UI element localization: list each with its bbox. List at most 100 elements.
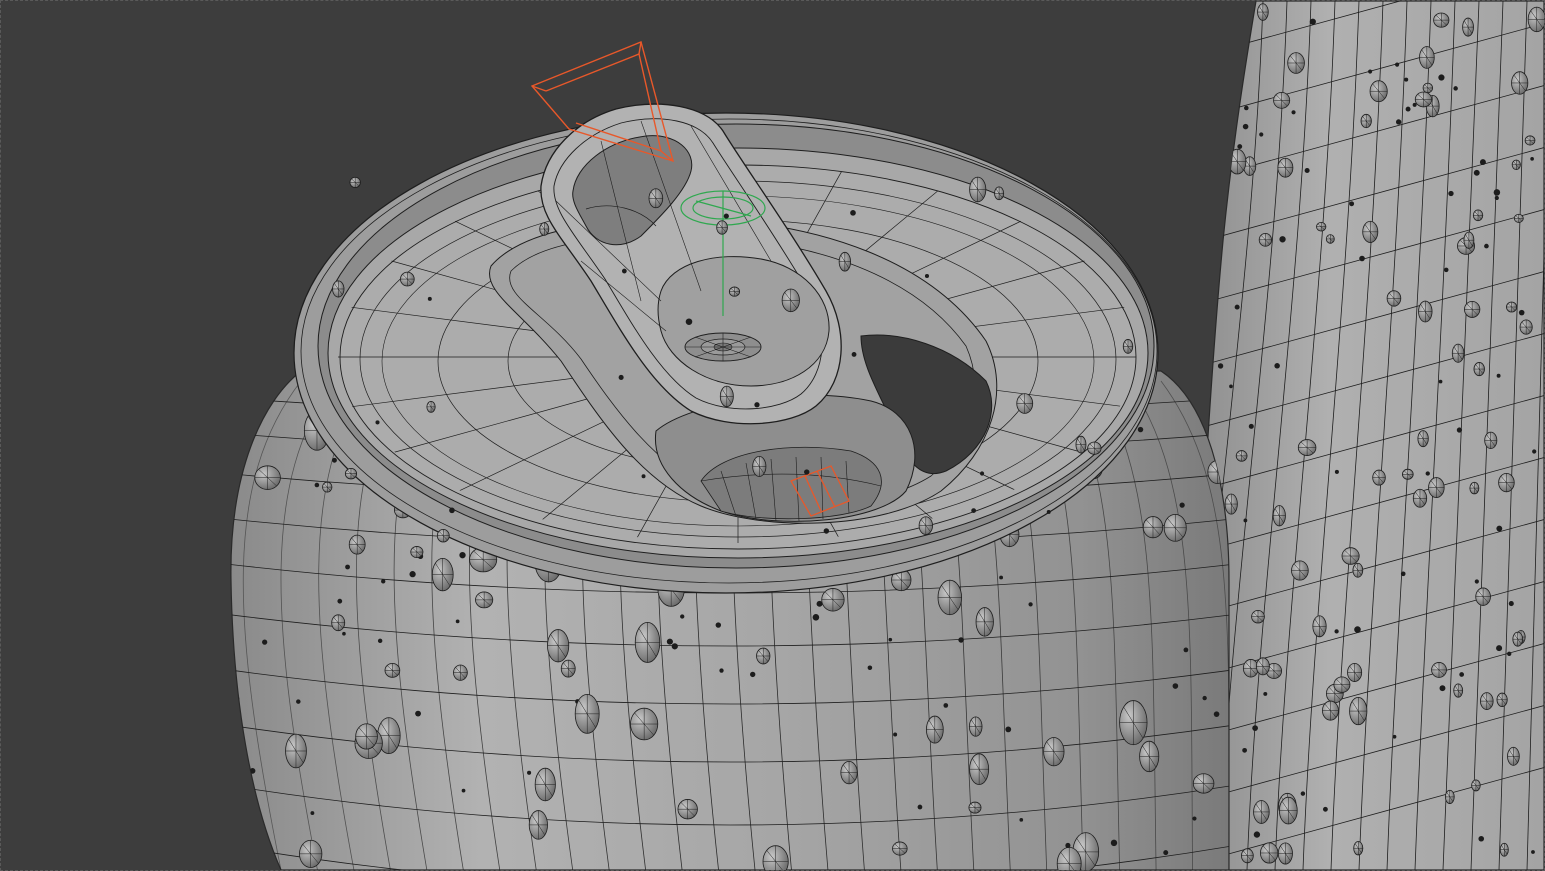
water-droplet (1005, 726, 1012, 733)
water-droplet (937, 579, 963, 616)
water-droplet (1369, 80, 1388, 103)
water-droplet (1122, 339, 1134, 354)
water-droplet (1325, 234, 1335, 244)
water-droplet (1119, 700, 1148, 746)
water-droplet (1248, 423, 1254, 429)
water-droplet (426, 400, 436, 413)
water-droplet (1494, 195, 1499, 201)
water-droplet (1291, 560, 1309, 581)
water-droplet (1419, 46, 1435, 69)
water-droplet (449, 507, 455, 514)
water-droplet (1438, 74, 1445, 81)
water-droplet (1499, 842, 1509, 857)
water-droplet (618, 374, 624, 380)
water-droplet (1395, 119, 1402, 125)
water-droplet (337, 598, 343, 604)
water-droplet (867, 665, 873, 671)
water-droplet (1359, 255, 1365, 262)
water-droplet (641, 474, 646, 479)
tall-can[interactable] (1181, 1, 1544, 870)
water-droplet (400, 271, 415, 287)
water-droplet (851, 352, 857, 357)
water-droplet (344, 468, 358, 480)
water-droplet (1519, 319, 1533, 335)
water-droplet (1287, 52, 1305, 74)
water-droplet (285, 733, 307, 769)
water-droplet (1464, 300, 1481, 318)
water-droplet (716, 220, 728, 235)
water-droplet (1163, 850, 1169, 856)
water-droplet (1507, 651, 1512, 656)
water-droplet (719, 385, 734, 408)
water-droplet (1395, 62, 1400, 67)
water-droplet (1179, 502, 1185, 508)
water-droplet (1277, 842, 1293, 865)
water-droplet (621, 268, 627, 274)
water-droplet (1297, 439, 1317, 456)
water-droplet (1456, 427, 1463, 433)
water-droplet (1043, 737, 1065, 767)
water-droplet (1278, 796, 1298, 825)
water-droplet (1110, 839, 1118, 847)
water-droplet (1211, 53, 1217, 59)
water-droplet (756, 647, 771, 665)
water-droplet (1260, 842, 1279, 864)
water-droplet (1531, 850, 1535, 854)
water-droplet (254, 465, 281, 490)
water-droplet (1530, 157, 1534, 161)
water-droplet (384, 663, 401, 678)
water-droplet (1473, 362, 1485, 377)
water-droplet (345, 564, 350, 570)
3d-viewport[interactable] (0, 0, 1545, 871)
water-droplet (1507, 746, 1520, 766)
water-droplet (1404, 77, 1409, 82)
water-droplet (436, 528, 450, 543)
water-droplet (1360, 113, 1372, 129)
water-droplet (999, 575, 1004, 580)
water-droplet (994, 186, 1005, 201)
water-droplet (1478, 835, 1485, 842)
water-droplet (1316, 222, 1327, 232)
water-droplet (1511, 159, 1521, 171)
water-droplet (840, 760, 858, 785)
water-droplet (331, 457, 337, 463)
water-droplet (1347, 662, 1363, 682)
water-droplet (968, 716, 983, 737)
water-droplet (1237, 144, 1243, 149)
water-droplet (1524, 135, 1536, 146)
water-droplet (823, 528, 830, 534)
water-droplet (262, 639, 268, 645)
water-droplet (1451, 343, 1465, 363)
water-droplet (1300, 791, 1306, 796)
water-droplet (1163, 513, 1187, 542)
water-droplet (1019, 817, 1024, 822)
water-droplet (1235, 450, 1248, 462)
water-droplet (1471, 779, 1481, 792)
water-droplet (1258, 232, 1273, 247)
water-droplet (1511, 71, 1529, 95)
water-droplet (1333, 676, 1351, 693)
water-droplet (415, 710, 421, 717)
water-droplet (971, 508, 977, 513)
water-droplet (1172, 683, 1179, 689)
water-droplet (1417, 430, 1429, 448)
water-droplet (431, 558, 454, 592)
water-droplet (1431, 662, 1447, 678)
water-droplet (838, 251, 851, 272)
water-droplet (1279, 236, 1286, 243)
water-droplet (975, 607, 994, 637)
water-droplet (1028, 602, 1033, 607)
water-droplet (968, 801, 982, 814)
water-droplet (1402, 468, 1414, 480)
water-droplet (1046, 509, 1051, 514)
viewport-canvas[interactable] (1, 1, 1544, 870)
water-droplet (958, 637, 964, 643)
water-droplet (715, 622, 722, 628)
water-droplet (1472, 209, 1484, 222)
water-droplet (1243, 518, 1248, 523)
water-droplet (1087, 441, 1102, 455)
water-droplet (1453, 86, 1458, 91)
water-droplet (1213, 194, 1219, 200)
water-droplet (1253, 800, 1270, 824)
water-droplet (1263, 691, 1268, 696)
